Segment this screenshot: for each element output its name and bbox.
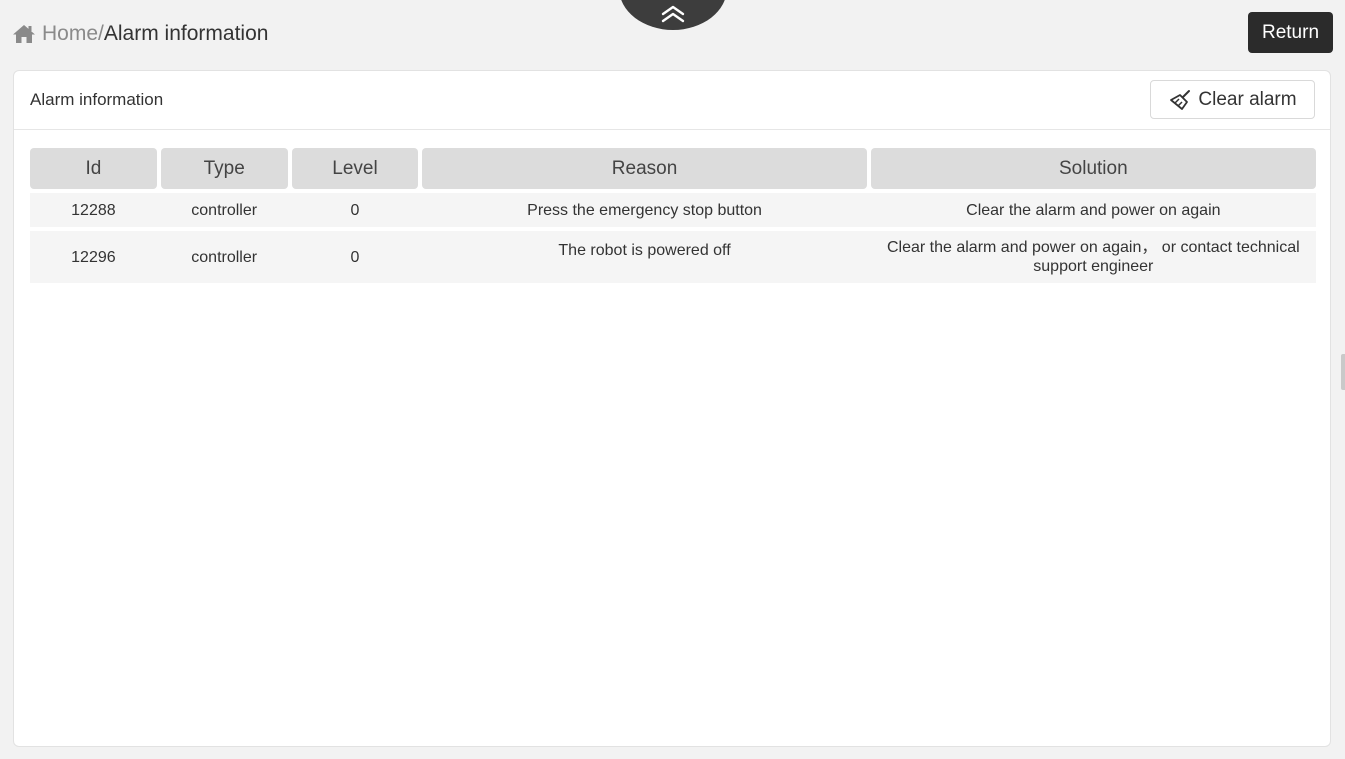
alarm-panel: Alarm information Clear alarm Id Type Le… [13, 70, 1331, 747]
cell-level: 0 [350, 248, 360, 266]
breadcrumb: Home / Alarm information [12, 20, 268, 48]
panel-header: Alarm information Clear alarm [14, 71, 1330, 130]
panel-title: Alarm information [30, 90, 164, 109]
breadcrumb-current: Alarm information [103, 22, 269, 45]
cell-id: 12288 [71, 201, 116, 219]
cell-type: controller [191, 201, 258, 219]
cell-id: 12296 [71, 248, 116, 266]
clear-alarm-label: Clear alarm [1198, 88, 1297, 110]
cell-type: controller [191, 248, 258, 266]
home-icon[interactable] [12, 24, 36, 44]
alarm-information-page: Home / Alarm information Return Alarm in… [0, 0, 1345, 759]
column-header-level[interactable]: Level [291, 148, 419, 189]
column-header-reason[interactable]: Reason [422, 148, 867, 189]
cell-reason: Press the emergency stop button [527, 201, 762, 219]
column-header-id[interactable]: Id [30, 148, 157, 189]
table-body: 12288 controller 0 Press the emergency s… [30, 193, 1316, 283]
cell-solution: Clear the alarm and power on again， or c… [886, 239, 1300, 275]
collapse-toolbar-tab[interactable] [619, 0, 727, 30]
table-header: Id Type Level Reason Solution [30, 148, 1316, 189]
alarm-table: Id Type Level Reason Solution 12288 cont… [30, 148, 1316, 287]
return-button[interactable]: Return [1248, 12, 1333, 53]
broom-icon [1168, 89, 1194, 111]
drawer-handle-bar [1341, 354, 1345, 390]
cell-solution: Clear the alarm and power on again [966, 201, 1221, 219]
column-header-type[interactable]: Type [160, 148, 288, 189]
cell-reason: The robot is powered off [558, 242, 731, 259]
clear-alarm-button[interactable]: Clear alarm [1150, 80, 1315, 119]
table-row[interactable]: 12288 controller 0 Press the emergency s… [30, 193, 1316, 227]
column-header-solution[interactable]: Solution [870, 148, 1316, 189]
double-chevron-up-icon [658, 4, 688, 24]
cell-level: 0 [350, 201, 360, 219]
side-drawer-handle[interactable] [1334, 354, 1345, 390]
table-row[interactable]: 12296 controller 0 The robot is powered … [30, 231, 1316, 283]
breadcrumb-home-link[interactable]: Home [42, 22, 98, 46]
